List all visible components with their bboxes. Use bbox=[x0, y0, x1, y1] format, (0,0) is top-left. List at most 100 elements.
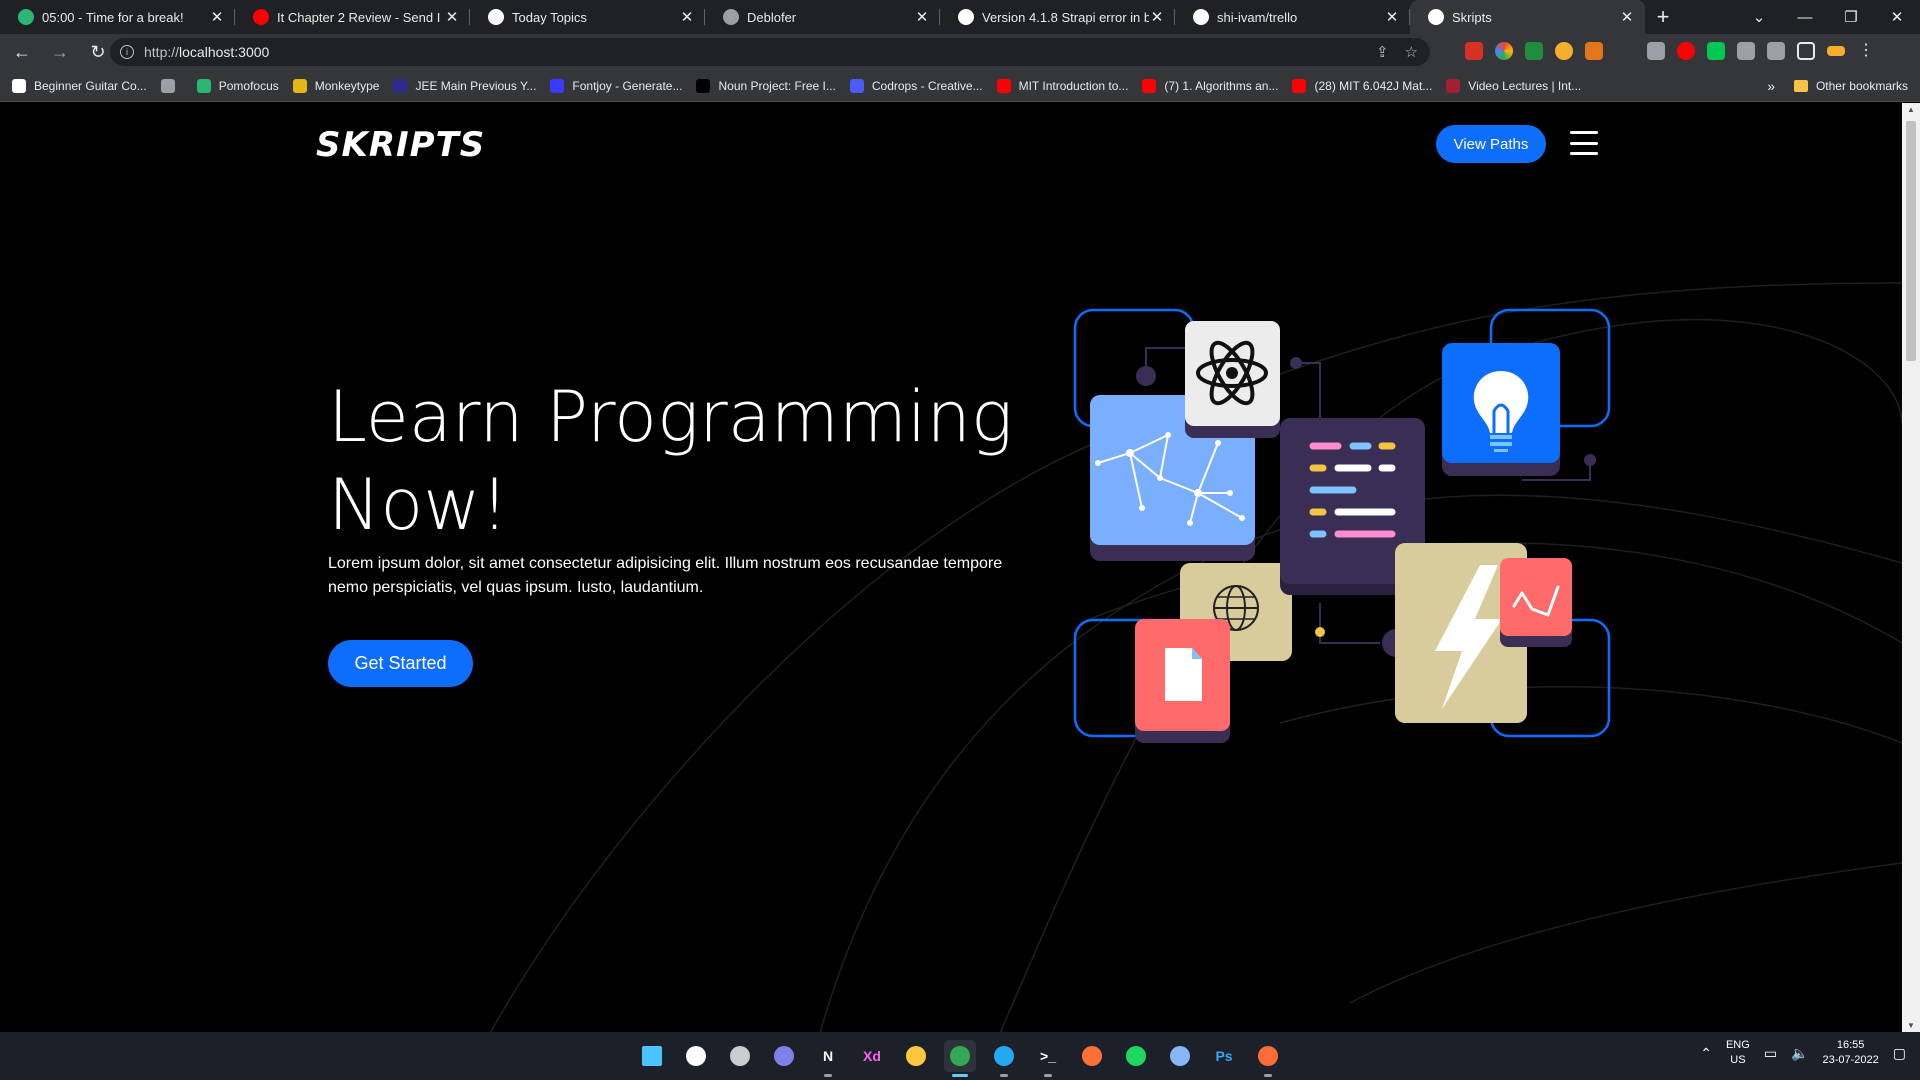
close-tab-icon[interactable]: ✕ bbox=[1149, 8, 1165, 26]
bookmark-favicon-icon bbox=[696, 78, 711, 93]
taskbar-app-shape bbox=[642, 1046, 662, 1066]
browser-tab[interactable]: Version 4.1.8 Strapi error in buil ✕ bbox=[940, 0, 1175, 34]
chart-card bbox=[1500, 558, 1572, 647]
bookmark-item[interactable]: Monkeytype bbox=[292, 78, 379, 93]
close-tab-icon[interactable]: ✕ bbox=[1619, 8, 1635, 26]
bookmark-item[interactable]: Pomofocus bbox=[196, 78, 279, 93]
file-explorer-icon[interactable] bbox=[900, 1040, 932, 1072]
get-started-button[interactable]: Get Started bbox=[328, 640, 473, 687]
bookmark-favicon-icon bbox=[1142, 78, 1157, 93]
lightbulb-card bbox=[1442, 343, 1560, 476]
tab-title: It Chapter 2 Review - Send I bbox=[277, 9, 441, 25]
bookmark-favicon-icon bbox=[1292, 78, 1307, 93]
site-info-icon[interactable]: i bbox=[120, 45, 134, 59]
share-icon[interactable]: ⇪ bbox=[1376, 43, 1389, 61]
browser-tab[interactable]: It Chapter 2 Review - Send I ✕ bbox=[235, 0, 470, 34]
restore-button[interactable]: ❐ bbox=[1828, 8, 1874, 26]
more-bookmarks-button[interactable]: » bbox=[1767, 78, 1775, 94]
tab-search-icon[interactable]: ⌄ bbox=[1736, 8, 1782, 26]
scrollbar-thumb[interactable] bbox=[1906, 121, 1916, 361]
network-icon[interactable]: ▭ bbox=[1764, 1045, 1777, 1062]
taskbar-app-shape bbox=[994, 1046, 1014, 1066]
hero-title-line-1: Learn Programming bbox=[328, 376, 1013, 458]
extension-icon[interactable] bbox=[1495, 42, 1513, 60]
bookmark-item[interactable]: Noun Project: Free I... bbox=[696, 78, 836, 93]
tray-overflow-icon[interactable]: ⌃ bbox=[1700, 1045, 1712, 1062]
new-tab-button[interactable]: + bbox=[1645, 0, 1681, 34]
clock[interactable]: 16:55 23-07-2022 bbox=[1822, 1038, 1878, 1068]
address-bar[interactable]: i http://localhost:3000 ⇪ ☆ bbox=[110, 38, 1430, 66]
back-button[interactable]: ← bbox=[6, 42, 38, 63]
bookmark-star-icon[interactable]: ☆ bbox=[1405, 43, 1418, 61]
forward-button[interactable]: → bbox=[44, 42, 76, 63]
side-panel-icon[interactable] bbox=[1797, 42, 1815, 60]
bookmark-label: (28) MIT 6.042J Mat... bbox=[1314, 78, 1433, 93]
battery-extension-icon[interactable] bbox=[1827, 46, 1845, 56]
vscode-icon[interactable] bbox=[988, 1040, 1020, 1077]
bookmark-item[interactable]: Codrops - Creative... bbox=[849, 78, 983, 93]
metamask-icon[interactable] bbox=[1585, 42, 1603, 60]
browser-tab[interactable]: shi-ivam/trello ✕ bbox=[1175, 0, 1410, 34]
notification-icon[interactable]: ▢ bbox=[1893, 1045, 1906, 1062]
extension-icon[interactable] bbox=[1525, 42, 1543, 60]
task-view-icon[interactable] bbox=[724, 1040, 756, 1072]
folder-icon bbox=[1793, 79, 1808, 92]
photos-icon[interactable] bbox=[1164, 1040, 1196, 1072]
photoshop-icon[interactable]: Ps bbox=[1208, 1040, 1240, 1072]
extension-icon[interactable] bbox=[1555, 42, 1573, 60]
minimize-button[interactable]: — bbox=[1782, 9, 1828, 26]
view-paths-button[interactable]: View Paths bbox=[1436, 125, 1546, 163]
connector-dot bbox=[1136, 366, 1156, 386]
bookmark-item[interactable] bbox=[160, 78, 183, 93]
browser-tab[interactable]: Skripts ✕ bbox=[1410, 0, 1645, 34]
tab-title: Skripts bbox=[1452, 9, 1492, 25]
other-bookmarks-folder[interactable]: Other bookmarks bbox=[1793, 79, 1908, 93]
page-scrollbar[interactable]: ▲ ▼ bbox=[1902, 103, 1920, 1032]
close-tab-icon[interactable]: ✕ bbox=[1384, 8, 1400, 26]
firefox-icon[interactable] bbox=[1076, 1040, 1108, 1072]
bookmark-item[interactable]: (28) MIT 6.042J Mat... bbox=[1292, 78, 1433, 93]
extensions-puzzle-icon[interactable] bbox=[1737, 42, 1755, 60]
postman-icon[interactable] bbox=[1252, 1040, 1284, 1077]
youtube-extension-icon[interactable] bbox=[1677, 42, 1695, 60]
site-logo[interactable]: SKRIPTS bbox=[316, 125, 485, 165]
bookmark-item[interactable]: Video Lectures | Int... bbox=[1446, 78, 1581, 93]
chrome-icon[interactable] bbox=[944, 1040, 976, 1077]
bookmark-item[interactable]: JEE Main Previous Y... bbox=[393, 78, 536, 93]
extension-icon[interactable] bbox=[1465, 42, 1483, 60]
bookmark-label: (7) 1. Algorithms an... bbox=[1164, 78, 1279, 93]
close-tab-icon[interactable]: ✕ bbox=[209, 8, 225, 26]
windows-start-icon[interactable] bbox=[636, 1040, 668, 1072]
language-indicator[interactable]: ENG US bbox=[1726, 1038, 1750, 1068]
taskbar-app-shape bbox=[730, 1046, 750, 1066]
deblofer-icon bbox=[723, 9, 739, 25]
close-tab-icon[interactable]: ✕ bbox=[444, 8, 460, 26]
close-tab-icon[interactable]: ✕ bbox=[914, 8, 930, 26]
notion-icon[interactable]: N bbox=[812, 1040, 844, 1077]
tab-title: Deblofer bbox=[747, 9, 797, 25]
terminal-icon[interactable]: >_ bbox=[1032, 1040, 1064, 1077]
scroll-down-arrow[interactable]: ▼ bbox=[1902, 1021, 1920, 1030]
scroll-up-arrow[interactable]: ▲ bbox=[1902, 105, 1920, 114]
browser-tab[interactable]: Today Topics ✕ bbox=[470, 0, 705, 34]
browser-tab[interactable]: 05:00 - Time for a break! ✕ bbox=[0, 0, 235, 34]
extension-icon[interactable] bbox=[1647, 42, 1665, 60]
browser-tab[interactable]: Deblofer ✕ bbox=[705, 0, 940, 34]
bookmark-item[interactable]: Beginner Guitar Co... bbox=[12, 78, 147, 93]
youtube-icon bbox=[253, 9, 269, 25]
search-icon[interactable] bbox=[680, 1040, 712, 1072]
bookmark-item[interactable]: (7) 1. Algorithms an... bbox=[1142, 78, 1279, 93]
menu-kebab-icon[interactable]: ⋮ bbox=[1857, 42, 1875, 60]
close-tab-icon[interactable]: ✕ bbox=[679, 8, 695, 26]
teams-chat-icon[interactable] bbox=[768, 1040, 800, 1072]
reading-list-icon[interactable] bbox=[1767, 42, 1785, 60]
bookmark-item[interactable]: MIT Introduction to... bbox=[996, 78, 1128, 93]
taskbar-app-shape bbox=[1258, 1046, 1278, 1066]
spotify-icon[interactable] bbox=[1120, 1040, 1152, 1072]
menu-hamburger-icon[interactable] bbox=[1570, 131, 1598, 155]
volume-icon[interactable]: 🔈 bbox=[1791, 1045, 1808, 1062]
adobe-xd-icon[interactable]: Xd bbox=[856, 1040, 888, 1072]
bookmark-item[interactable]: Fontjoy - Generate... bbox=[550, 78, 682, 93]
extension-icon[interactable] bbox=[1707, 42, 1725, 60]
close-window-button[interactable]: ✕ bbox=[1874, 8, 1920, 26]
